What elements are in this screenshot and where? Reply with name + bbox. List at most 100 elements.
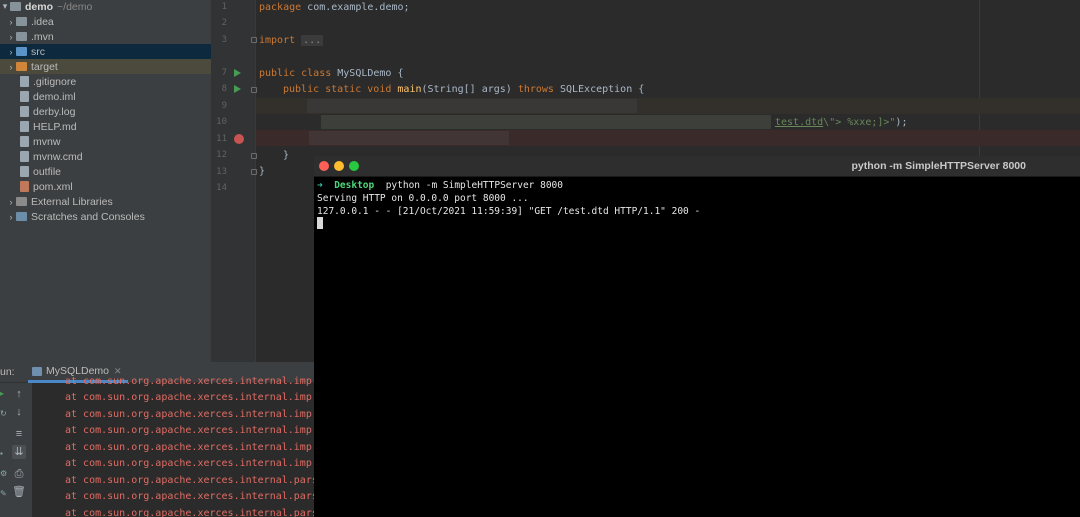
chevron-right-icon[interactable]: ›	[6, 212, 16, 222]
fold-icon[interactable]	[251, 87, 257, 93]
prompt-directory: Desktop	[334, 180, 375, 191]
stack-trace-line: at com.sun.org.apache.xerces.internal.im…	[65, 425, 312, 436]
tree-item-gitignore[interactable]: .gitignore	[0, 74, 211, 89]
run-tool-window: un: MySQLDemo ✕ ▸ ↻ ▪ ⚙ ✎ ↑ ↓ ≡ ⇊ ⎙ 🗑 at…	[0, 362, 314, 517]
string-literal: \"> %xxe;]>"	[823, 117, 896, 128]
fold-icon[interactable]	[251, 37, 257, 43]
tree-item-mvnw-cmd[interactable]: mvnw.cmd	[0, 149, 211, 164]
rerun-icon[interactable]: ▸	[0, 389, 6, 398]
file-icon	[20, 151, 29, 162]
terminal-output-line: Serving HTTP on 0.0.0.0 port 8000 ...	[317, 193, 529, 204]
stop-icon[interactable]: ↻	[0, 409, 7, 418]
tree-item-label: .idea	[31, 15, 54, 28]
tree-item-label: .gitignore	[33, 75, 77, 88]
stack-trace-line: at com.sun.org.apache.xerces.internal.pa…	[65, 491, 314, 502]
fold-icon[interactable]	[251, 153, 257, 159]
folded-imports[interactable]: ...	[301, 35, 324, 46]
scroll-to-end-icon[interactable]: ⇊	[12, 445, 26, 459]
folder-icon	[10, 2, 21, 11]
statement-end: );	[895, 117, 908, 128]
run-label: un:	[0, 366, 15, 378]
line-number: 11	[216, 134, 227, 144]
breakpoint-icon[interactable]	[234, 134, 244, 144]
chevron-down-icon[interactable]: ▾	[0, 1, 10, 12]
tree-item-help[interactable]: HELP.md	[0, 119, 211, 134]
folder-icon	[16, 32, 27, 41]
run-gutter-icon[interactable]	[234, 69, 241, 77]
method-args: (String[] args)	[421, 84, 518, 95]
tree-root-demo[interactable]: ▾ demo ~/demo	[0, 0, 211, 14]
editor-gutter[interactable]	[211, 0, 255, 362]
code-line-8: public static void main(String[] args) t…	[283, 82, 644, 98]
soft-wrap-icon[interactable]: ≡	[12, 427, 26, 441]
code-line-10: test.dtd\"> %xxe;]>");	[775, 115, 907, 131]
terminal-window[interactable]: python -m SimpleHTTPServer 8000 ➜ Deskto…	[314, 156, 1080, 517]
project-name: demo	[25, 0, 54, 13]
run-gutter-icon[interactable]	[234, 85, 241, 93]
scratches-icon	[16, 212, 27, 221]
arrow-down-icon[interactable]: ↓	[12, 405, 26, 419]
tree-item-label: External Libraries	[31, 195, 113, 208]
tree-item-external-libraries[interactable]: › External Libraries	[0, 194, 211, 209]
close-icon[interactable]: ✕	[114, 366, 122, 377]
tree-item-label: outfile	[33, 165, 62, 178]
chevron-right-icon[interactable]: ›	[6, 197, 16, 207]
project-tree: ▾ demo ~/demo › .idea › .mvn › src › tar…	[0, 0, 211, 362]
keyword-public-static-void: public static void	[283, 84, 392, 95]
stack-trace-line: at com.sun.org.apache.xerces.internal.im…	[65, 376, 312, 387]
chevron-right-icon[interactable]: ›	[6, 17, 16, 27]
settings-icon[interactable]: ⚙	[0, 469, 7, 478]
folder-icon	[16, 17, 27, 26]
folder-icon	[16, 47, 27, 56]
file-icon	[20, 166, 29, 177]
chevron-right-icon[interactable]: ›	[6, 62, 16, 72]
terminal-command: python -m SimpleHTTPServer 8000	[385, 180, 563, 191]
tree-item-pom[interactable]: pom.xml	[0, 179, 211, 194]
chevron-right-icon[interactable]: ›	[6, 32, 16, 42]
tree-item-demo-iml[interactable]: demo.iml	[0, 89, 211, 104]
tree-item-idea[interactable]: › .idea	[0, 14, 211, 29]
file-icon	[20, 121, 29, 132]
tree-item-mvn[interactable]: › .mvn	[0, 29, 211, 44]
file-icon	[20, 136, 29, 147]
redacted-code	[309, 131, 509, 145]
stack-trace-line: at com.sun.org.apache.xerces.internal.pa…	[65, 508, 314, 517]
zoom-window-button[interactable]	[349, 161, 359, 171]
tree-item-scratches[interactable]: › Scratches and Consoles	[0, 209, 211, 224]
terminal-output-line: 127.0.0.1 - - [21/Oct/2021 11:59:39] "GE…	[317, 206, 701, 217]
package-name: com.example.demo;	[301, 2, 410, 13]
terminal-titlebar[interactable]: python -m SimpleHTTPServer 8000	[314, 156, 1080, 177]
arrow-up-icon[interactable]: ↑	[12, 387, 26, 401]
layout-icon[interactable]: ✎	[0, 489, 7, 498]
tree-item-label: derby.log	[33, 105, 76, 118]
tree-item-mvnw[interactable]: mvnw	[0, 134, 211, 149]
line-number: 3	[221, 35, 227, 45]
close-window-button[interactable]	[319, 161, 329, 171]
redacted-code	[307, 99, 637, 113]
tree-item-label: pom.xml	[33, 180, 73, 193]
terminal-cursor	[317, 217, 323, 229]
print-icon[interactable]: ⎙	[12, 467, 26, 481]
tree-item-target[interactable]: › target	[0, 59, 211, 74]
tree-item-label: HELP.md	[33, 120, 77, 133]
tree-item-label: Scratches and Consoles	[31, 210, 145, 223]
keyword-package: package	[259, 2, 302, 13]
fold-icon[interactable]	[251, 169, 257, 175]
tree-item-label: .mvn	[31, 30, 54, 43]
stack-trace-line: at com.sun.org.apache.xerces.internal.im…	[65, 442, 312, 453]
trash-icon[interactable]: 🗑	[12, 485, 26, 499]
run-side-toolbar: ▸ ↻ ▪ ⚙ ✎ ↑ ↓ ≡ ⇊ ⎙ 🗑	[0, 383, 32, 517]
class-name: MySQLDemo {	[331, 68, 404, 79]
terminal-prompt-line: ➜ Desktop python -m SimpleHTTPServer 800…	[317, 180, 563, 191]
terminal-title: python -m SimpleHTTPServer 8000	[851, 160, 1026, 172]
dtd-link[interactable]: test.dtd	[775, 117, 823, 128]
chevron-right-icon[interactable]: ›	[6, 47, 16, 57]
library-icon	[16, 197, 27, 206]
minimize-window-button[interactable]	[334, 161, 344, 171]
stack-trace-line: at com.sun.org.apache.xerces.internal.im…	[65, 409, 312, 420]
tree-item-outfile[interactable]: outfile	[0, 164, 211, 179]
code-line-12: }	[283, 150, 290, 161]
tree-item-derby-log[interactable]: derby.log	[0, 104, 211, 119]
pin-icon[interactable]: ▪	[0, 449, 6, 458]
tree-item-src[interactable]: › src	[0, 44, 211, 59]
